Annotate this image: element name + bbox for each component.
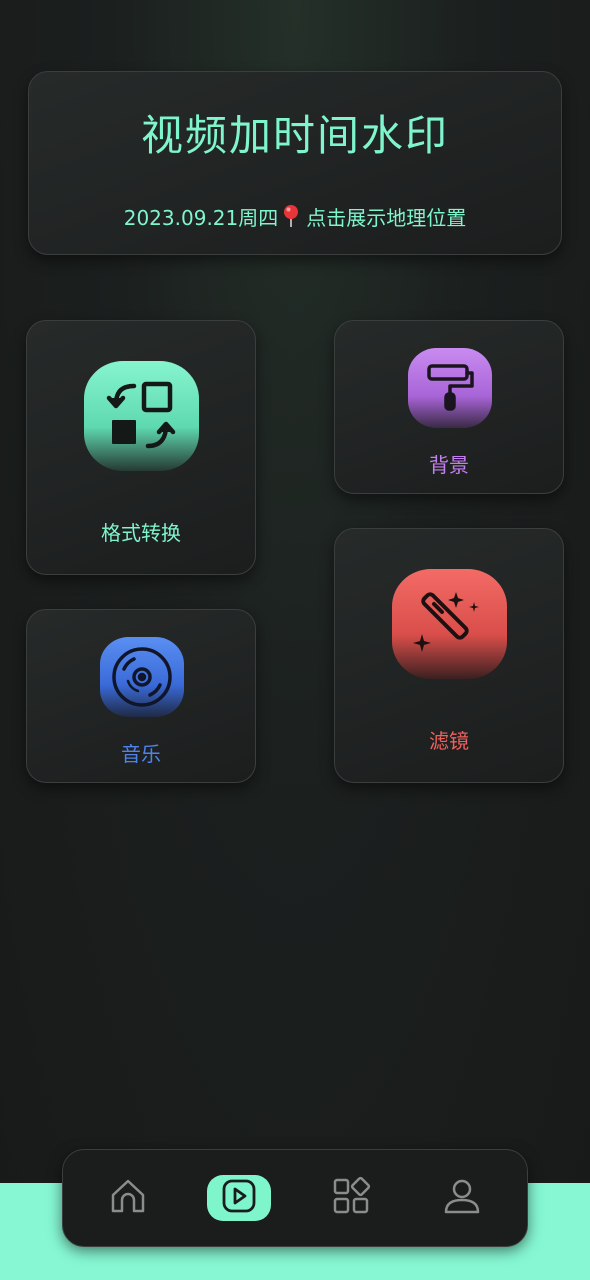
home-icon <box>108 1176 148 1220</box>
filter-label: 滤镜 <box>429 729 469 753</box>
nav-play[interactable] <box>207 1175 271 1221</box>
nav-apps[interactable] <box>319 1175 383 1221</box>
background-label: 背景 <box>429 453 469 477</box>
magic-wand-icon <box>392 569 507 679</box>
music-label: 音乐 <box>121 742 161 766</box>
location-pin-icon <box>282 204 300 233</box>
date-location-row[interactable]: 2023.09.21周四 点击展示地理位置 <box>29 202 561 233</box>
background-tile[interactable]: 背景 <box>334 320 564 494</box>
nav-profile[interactable] <box>430 1175 494 1221</box>
date-text: 2023.09.21周四 <box>123 206 279 230</box>
music-tile[interactable]: 音乐 <box>26 609 256 783</box>
header-card[interactable]: 视频加时间水印 2023.09.21周四 点击展示地理位置 <box>28 71 562 255</box>
format-convert-label: 格式转换 <box>101 521 181 545</box>
bottom-nav <box>62 1149 528 1247</box>
paint-roller-icon <box>408 348 492 428</box>
filter-tile[interactable]: 滤镜 <box>334 528 564 783</box>
user-icon <box>442 1176 482 1220</box>
format-convert-tile[interactable]: 格式转换 <box>26 320 256 575</box>
location-prompt-text: 点击展示地理位置 <box>306 206 467 230</box>
play-icon <box>221 1178 257 1218</box>
page-title: 视频加时间水印 <box>140 111 449 160</box>
nav-home[interactable] <box>96 1175 160 1221</box>
vinyl-disc-icon <box>100 637 184 717</box>
apps-icon <box>331 1176 371 1220</box>
format-convert-icon <box>84 361 199 471</box>
